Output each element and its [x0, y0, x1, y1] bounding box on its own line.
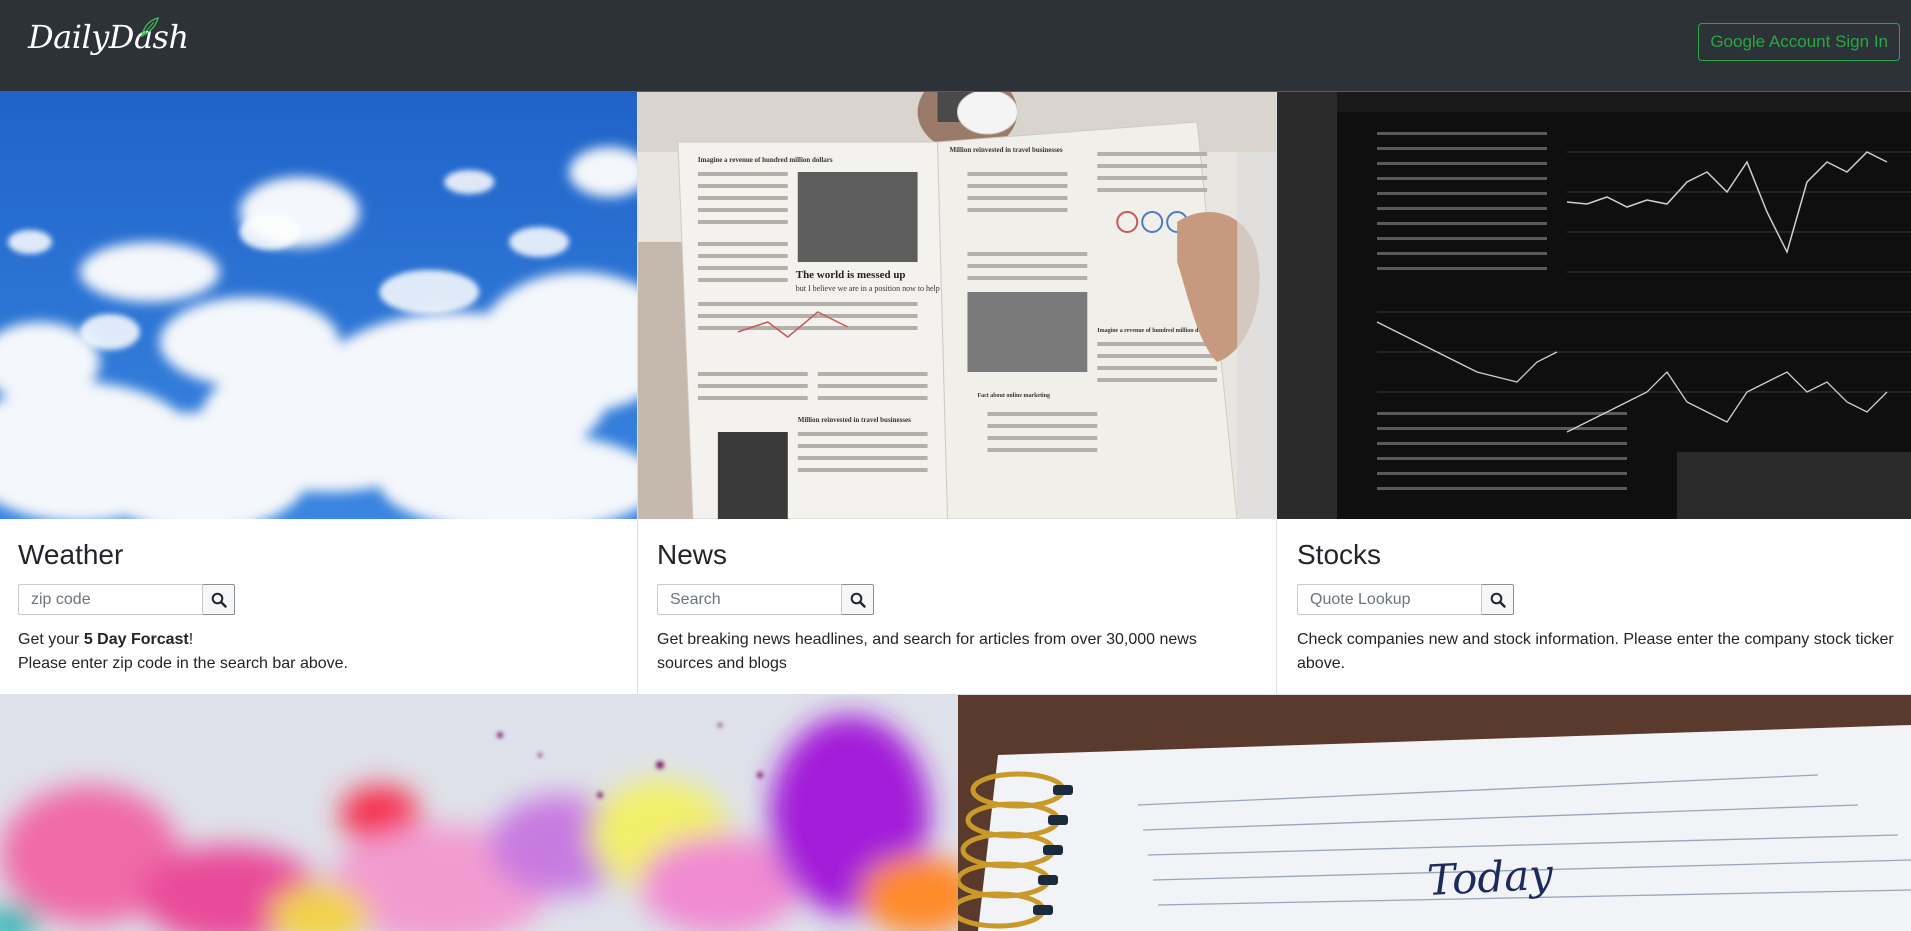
stocks-card: Stocks Check companies new and stock inf…	[1277, 92, 1911, 695]
news-image: The world is messed up but I believe we …	[638, 92, 1276, 519]
newspaper-headline-mid-right: Imagine a revenue of hundred million dol…	[1097, 328, 1213, 334]
search-icon	[211, 592, 227, 608]
stocks-title: Stocks	[1297, 539, 1382, 570]
google-sign-in-button[interactable]: Google Account Sign In	[1698, 23, 1900, 61]
news-title: News	[657, 539, 728, 570]
stocks-search-group	[1297, 584, 1514, 615]
notebook-handwriting: Today	[1426, 849, 1555, 905]
top-navbar: DailyDash Google Account Sign In	[0, 0, 1911, 92]
news-search-button[interactable]	[842, 584, 874, 615]
brand-logo[interactable]: DailyDash	[28, 18, 189, 56]
search-icon	[850, 592, 866, 608]
search-icon	[1490, 592, 1506, 608]
news-description: Get breaking news headlines, and search …	[657, 631, 1197, 672]
news-search-input[interactable]	[657, 584, 842, 615]
color-powder-image	[0, 695, 958, 931]
newspaper-headline-bottom-center: Fact about online marketing	[977, 393, 1050, 399]
weather-search-button[interactable]	[203, 584, 235, 615]
quote-lookup-input[interactable]	[1297, 584, 1482, 615]
newspaper-headline-bottom-left: Million reinvested in travel businesses	[798, 416, 911, 424]
newspaper-headline-top-right: Million reinvested in travel businesses	[950, 146, 1063, 154]
leaf-icon	[141, 17, 159, 38]
card-row: Weather Get your 5 Day Forcast! Please e…	[0, 92, 1911, 695]
stocks-search-button[interactable]	[1482, 584, 1514, 615]
weather-title: Weather	[18, 539, 124, 570]
newspaper-headline-top-left: Imagine a revenue of hundred million dol…	[698, 156, 833, 164]
news-search-group	[657, 584, 874, 615]
newspaper-headline: The world is messed up	[796, 269, 906, 281]
weather-image	[0, 92, 637, 519]
weather-search-group	[18, 584, 235, 615]
newspaper-subheadline: but I believe we are in a position now t…	[796, 284, 940, 293]
weather-card: Weather Get your 5 Day Forcast! Please e…	[0, 92, 638, 695]
zip-code-input[interactable]	[18, 584, 203, 615]
weather-description: Get your 5 Day Forcast! Please enter zip…	[18, 631, 348, 672]
news-card: The world is messed up but I believe we …	[638, 92, 1277, 695]
stocks-image	[1277, 92, 1911, 519]
stocks-description: Check companies new and stock informatio…	[1297, 631, 1894, 672]
bottom-image-row: Today	[0, 695, 1911, 931]
notebook-image: Today	[958, 695, 1911, 931]
